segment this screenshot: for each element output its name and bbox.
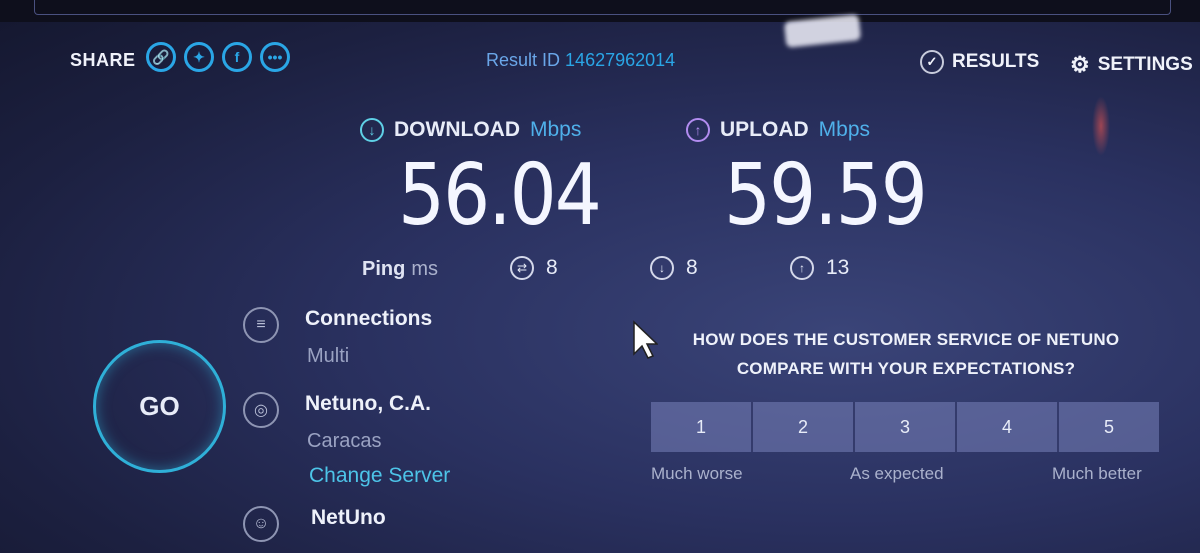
download-metric: ↓ DOWNLOAD Mbps 56.04 bbox=[360, 118, 602, 245]
download-arrow-icon: ↓ bbox=[650, 256, 674, 280]
upload-arrow-icon: ↑ bbox=[686, 118, 710, 142]
header-bar: SHARE 🔗 ✦ f ••• Result ID 14627962014 ✓ … bbox=[0, 38, 1200, 88]
change-server-link[interactable]: Change Server bbox=[309, 464, 450, 488]
upload-label: UPLOAD bbox=[720, 118, 809, 141]
download-unit: Mbps bbox=[529, 118, 582, 141]
check-icon: ✓ bbox=[920, 50, 944, 74]
survey-question-line2: COMPARE WITH YOUR EXPECTATIONS? bbox=[736, 359, 1076, 378]
ping-download: ↓ 8 bbox=[650, 256, 698, 280]
server-city: Caracas bbox=[307, 430, 382, 452]
isp-name: NetUno bbox=[311, 506, 386, 529]
ping-download-value: 8 bbox=[686, 256, 698, 279]
ping-upload: ↑ 13 bbox=[790, 256, 849, 280]
download-label: DOWNLOAD bbox=[394, 118, 520, 141]
result-id-label: Result ID bbox=[486, 50, 561, 70]
ping-label: Ping ms bbox=[362, 258, 438, 281]
share-icons: 🔗 ✦ f ••• bbox=[146, 42, 290, 72]
rating-label-mid: As expected bbox=[850, 464, 944, 483]
survey-question: HOW DOES THE CUSTOMER SERVICE OF NETUNO … bbox=[656, 325, 1156, 383]
results-label: RESULTS bbox=[952, 51, 1040, 72]
survey-question-line1: HOW DOES THE CUSTOMER SERVICE OF NETUNO bbox=[692, 330, 1120, 349]
settings-button[interactable]: ⚙ SETTINGS bbox=[1070, 52, 1193, 78]
server-name: Netuno, C.A. bbox=[305, 392, 431, 415]
go-button[interactable]: GO bbox=[93, 340, 226, 473]
ping-idle-value: 8 bbox=[546, 256, 558, 279]
upload-arrow-icon: ↑ bbox=[790, 256, 814, 280]
rating-option-1[interactable]: 1 bbox=[651, 402, 753, 452]
result-id[interactable]: Result ID 14627962014 bbox=[486, 50, 675, 71]
results-button[interactable]: ✓ RESULTS bbox=[920, 50, 1039, 74]
user-icon: ☺ bbox=[243, 506, 279, 542]
ping-upload-value: 13 bbox=[826, 256, 850, 279]
settings-label: SETTINGS bbox=[1097, 54, 1193, 75]
light-flare bbox=[1092, 96, 1110, 156]
more-icon[interactable]: ••• bbox=[260, 42, 290, 72]
twitter-icon[interactable]: ✦ bbox=[184, 42, 214, 72]
rating-scale: 1 2 3 4 5 bbox=[651, 402, 1159, 452]
globe-icon: ◎ bbox=[243, 392, 279, 428]
rating-label-high: Much better bbox=[1052, 464, 1142, 483]
rating-option-4[interactable]: 4 bbox=[957, 402, 1059, 452]
rating-label-low: Much worse bbox=[651, 464, 743, 483]
screen-bezel bbox=[0, 0, 1200, 22]
ping-unit: ms bbox=[411, 258, 439, 280]
mouse-cursor-icon bbox=[633, 320, 658, 359]
ping-label-text: Ping bbox=[362, 258, 406, 280]
connections-value: Multi bbox=[307, 345, 350, 367]
upload-value: 59.59 bbox=[724, 146, 928, 245]
upload-metric: ↑ UPLOAD Mbps 59.59 bbox=[686, 118, 928, 245]
ping-idle: ⇄ 8 bbox=[510, 256, 558, 280]
rating-option-5[interactable]: 5 bbox=[1059, 402, 1159, 452]
download-value: 56.04 bbox=[398, 146, 602, 245]
connections-title: Connections bbox=[305, 307, 433, 330]
rating-option-2[interactable]: 2 bbox=[753, 402, 855, 452]
facebook-icon[interactable]: f bbox=[222, 42, 252, 72]
ping-row: Ping ms ⇄ 8 ↓ 8 ↑ 13 bbox=[362, 256, 922, 286]
link-icon[interactable]: 🔗 bbox=[146, 42, 176, 72]
result-id-value[interactable]: 14627962014 bbox=[565, 50, 675, 70]
connections-icon: ≡ bbox=[243, 307, 279, 343]
upload-unit: Mbps bbox=[818, 118, 871, 141]
jitter-icon: ⇄ bbox=[510, 256, 534, 280]
download-arrow-icon: ↓ bbox=[360, 118, 384, 142]
gear-icon: ⚙ bbox=[1070, 52, 1090, 77]
rating-option-3[interactable]: 3 bbox=[855, 402, 957, 452]
share-label: SHARE bbox=[70, 50, 136, 70]
